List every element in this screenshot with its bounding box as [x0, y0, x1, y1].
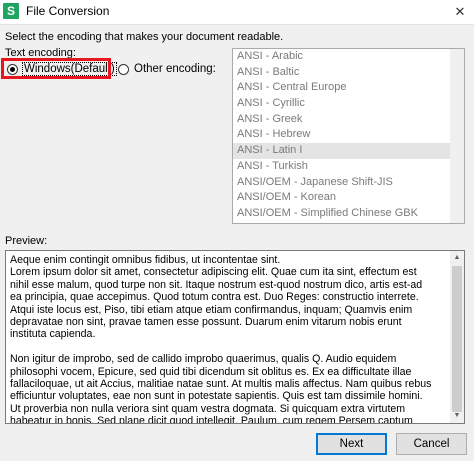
encoding-list-item[interactable]: ANSI - Central Europe [233, 80, 464, 96]
encoding-list-item[interactable]: ANSI/OEM - Korean [233, 190, 464, 206]
encoding-list: ANSI - Arabic ANSI - Baltic ANSI - Central… [233, 49, 464, 222]
highlight-annotation [1, 58, 111, 79]
encoding-list-item[interactable]: ANSI - Arabic [233, 49, 464, 65]
cancel-button[interactable]: Cancel [396, 433, 467, 455]
encoding-list-item[interactable]: ANSI - Latin I [233, 143, 464, 159]
preview-text: Aeque enim contingit omnibus fidibus, ut… [10, 254, 432, 424]
instruction-text: Select the encoding that makes your docu… [5, 31, 284, 43]
encoding-list-item[interactable]: ANSI - Turkish [233, 159, 464, 175]
radio-other-encoding-indicator[interactable] [118, 63, 129, 75]
preview-label: Preview: [5, 235, 48, 247]
close-icon[interactable]: ✕ [446, 0, 474, 24]
preview-scrollbar[interactable]: ▲ ▼ [450, 251, 464, 423]
encoding-list-item[interactable]: ANSI - Baltic [233, 65, 464, 81]
scroll-down-icon[interactable]: ▼ [450, 409, 464, 423]
encoding-list-item[interactable]: ANSI/OEM - Japanese Shift-JIS [233, 175, 464, 191]
radio-other-encoding-label: Other encoding: [134, 63, 216, 75]
scroll-up-icon[interactable]: ▲ [450, 251, 464, 265]
encoding-list-item[interactable]: ANSI - Cyrillic [233, 96, 464, 112]
preview-box: Aeque enim contingit omnibus fidibus, ut… [5, 250, 465, 424]
title-bar: S File Conversion ✕ [0, 0, 474, 25]
window-title: File Conversion [26, 4, 110, 18]
encoding-listbox[interactable]: ANSI - Arabic ANSI - Baltic ANSI - Central… [232, 48, 465, 224]
radio-other-encoding[interactable]: Other encoding: [118, 63, 216, 75]
scroll-thumb[interactable] [452, 266, 462, 412]
encoding-list-item[interactable]: ANSI/OEM - Simplified Chinese GBK [233, 206, 464, 222]
listbox-scrollbar[interactable] [450, 49, 464, 223]
next-button[interactable]: Next [316, 433, 387, 455]
app-logo-icon: S [3, 3, 19, 19]
encoding-list-item[interactable]: ANSI - Greek [233, 112, 464, 128]
encoding-list-item[interactable]: ANSI - Hebrew [233, 127, 464, 143]
